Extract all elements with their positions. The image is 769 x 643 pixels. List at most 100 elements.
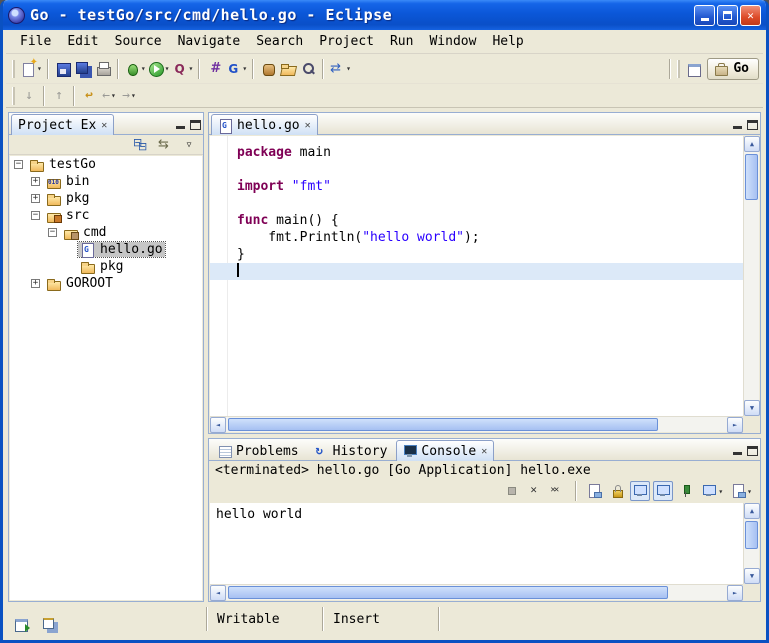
open-perspective-button[interactable] bbox=[684, 57, 704, 81]
dropdown-arrow-icon[interactable]: ▾ bbox=[747, 487, 752, 496]
save-all-button[interactable] bbox=[73, 57, 93, 81]
scroll-thumb[interactable] bbox=[228, 418, 658, 431]
editor-horizontal-scrollbar[interactable]: ◄ ► bbox=[210, 416, 743, 432]
dropdown-arrow-icon[interactable]: ▾ bbox=[165, 64, 170, 73]
tree-node-pkg[interactable]: +pkg bbox=[10, 190, 202, 207]
menu-source[interactable]: Source bbox=[107, 31, 170, 52]
scroll-thumb[interactable] bbox=[745, 154, 758, 200]
menu-file[interactable]: File bbox=[12, 31, 59, 52]
scroll-right-button[interactable]: ► bbox=[727, 585, 743, 601]
menu-window[interactable]: Window bbox=[421, 31, 484, 52]
remove-launch-button[interactable] bbox=[525, 481, 545, 501]
expand-icon[interactable]: + bbox=[31, 177, 40, 186]
link-with-editor-button[interactable] bbox=[155, 133, 175, 157]
expand-icon[interactable]: + bbox=[31, 194, 40, 203]
code-line[interactable]: } bbox=[210, 246, 743, 263]
scroll-right-button[interactable]: ► bbox=[727, 417, 743, 433]
code-area[interactable]: package main import "fmt" func main() { fm… bbox=[210, 136, 743, 416]
collapse-icon[interactable]: − bbox=[14, 160, 23, 169]
scroll-left-button[interactable]: ◄ bbox=[210, 585, 226, 601]
open-console-button[interactable]: ▾ bbox=[728, 481, 754, 501]
editor-vertical-scrollbar[interactable]: ▲ ▼ bbox=[743, 136, 759, 416]
editor-body[interactable]: package main import "fmt" func main() { fm… bbox=[210, 136, 759, 432]
close-console-tab-button[interactable]: ✕ bbox=[481, 446, 487, 457]
code-line[interactable]: package main bbox=[210, 144, 743, 161]
open-type-button[interactable] bbox=[258, 57, 278, 81]
run-button[interactable]: ▾ bbox=[147, 57, 171, 81]
new-wizard-button[interactable]: ▾ bbox=[19, 57, 43, 81]
collapse-icon[interactable]: − bbox=[48, 228, 57, 237]
close-editor-tab-button[interactable]: ✕ bbox=[305, 120, 311, 131]
editor-maximize-button[interactable] bbox=[747, 120, 758, 130]
clear-console-button[interactable] bbox=[584, 481, 604, 501]
back-button[interactable]: ←▾ bbox=[99, 84, 119, 108]
code-line[interactable] bbox=[210, 263, 743, 280]
close-button[interactable]: ✕ bbox=[740, 5, 761, 26]
menu-search[interactable]: Search bbox=[248, 31, 311, 52]
scroll-up-button[interactable]: ▲ bbox=[744, 503, 760, 519]
forward-button[interactable]: →▾ bbox=[119, 84, 139, 108]
collapse-icon[interactable]: − bbox=[31, 211, 40, 220]
pin-console-button[interactable] bbox=[676, 481, 696, 501]
scroll-left-button[interactable]: ◄ bbox=[210, 417, 226, 433]
terminate-button[interactable] bbox=[502, 481, 522, 501]
dropdown-arrow-icon[interactable]: ▾ bbox=[111, 91, 116, 100]
explorer-maximize-button[interactable] bbox=[190, 120, 201, 130]
previous-annotation-button[interactable]: ↑ bbox=[49, 84, 69, 108]
dropdown-arrow-icon[interactable]: ▾ bbox=[346, 64, 351, 73]
tree-node-bin[interactable]: +bin bbox=[10, 173, 202, 190]
console-vertical-scrollbar[interactable]: ▲ ▼ bbox=[743, 503, 759, 584]
tree-node-hello-go[interactable]: hello.go bbox=[10, 241, 202, 258]
next-annotation-button[interactable]: ↓ bbox=[19, 84, 39, 108]
console-minimize-button[interactable] bbox=[732, 446, 744, 456]
tree-node-pkg[interactable]: pkg bbox=[10, 258, 202, 275]
dropdown-arrow-icon[interactable]: ▾ bbox=[188, 64, 193, 73]
open-resource-button[interactable] bbox=[278, 57, 298, 81]
code-line[interactable] bbox=[210, 195, 743, 212]
code-line[interactable]: import "fmt" bbox=[210, 178, 743, 195]
toolbar-grip[interactable] bbox=[12, 87, 15, 105]
toolbar-grip[interactable] bbox=[12, 60, 15, 78]
tab-project-explorer[interactable]: Project Ex ✕ bbox=[11, 114, 114, 135]
console-body[interactable]: hello world ▲ ▼ ◄ ► bbox=[210, 503, 759, 600]
scroll-thumb[interactable] bbox=[745, 521, 758, 549]
go-tools-button[interactable]: ▾ bbox=[224, 57, 248, 81]
display-console-button[interactable]: ▾ bbox=[699, 481, 725, 501]
menu-navigate[interactable]: Navigate bbox=[170, 31, 249, 52]
toolbar-grip[interactable] bbox=[677, 60, 680, 78]
external-tools-button[interactable]: ▾ bbox=[170, 57, 194, 81]
expand-icon[interactable]: + bbox=[31, 279, 40, 288]
dropdown-arrow-icon[interactable]: ▾ bbox=[242, 64, 247, 73]
menu-project[interactable]: Project bbox=[311, 31, 382, 52]
tab-hello-go[interactable]: hello.go ✕ bbox=[211, 114, 318, 135]
console-horizontal-scrollbar[interactable]: ◄ ► bbox=[210, 584, 743, 600]
code-line[interactable]: func main() { bbox=[210, 212, 743, 229]
save-button[interactable] bbox=[53, 57, 73, 81]
remove-all-launches-button[interactable] bbox=[548, 481, 568, 501]
tab-history[interactable]: History bbox=[308, 440, 395, 461]
code-line[interactable] bbox=[210, 161, 743, 178]
editor-minimize-button[interactable] bbox=[732, 120, 744, 130]
view-menu-button[interactable]: ▽ bbox=[179, 133, 199, 157]
scroll-thumb[interactable] bbox=[228, 586, 668, 599]
console-output[interactable]: hello world bbox=[210, 503, 743, 584]
show-stdout-toggle[interactable] bbox=[630, 481, 650, 501]
maximize-button[interactable] bbox=[717, 5, 738, 26]
search-button[interactable] bbox=[298, 57, 318, 81]
menu-edit[interactable]: Edit bbox=[59, 31, 106, 52]
dropdown-arrow-icon[interactable]: ▾ bbox=[131, 91, 136, 100]
show-view-button[interactable] bbox=[40, 612, 60, 636]
close-explorer-tab-button[interactable]: ✕ bbox=[101, 120, 107, 131]
last-edit-location-button[interactable]: ↩ bbox=[79, 84, 99, 108]
menu-run[interactable]: Run bbox=[382, 31, 421, 52]
new-go-app-button[interactable] bbox=[204, 57, 224, 81]
menu-help[interactable]: Help bbox=[484, 31, 531, 52]
code-line[interactable]: fmt.Println("hello world"); bbox=[210, 229, 743, 246]
tree-node-testgo[interactable]: −testGo bbox=[10, 156, 202, 173]
titlebar[interactable]: Go - testGo/src/cmd/hello.go - Eclipse ✕ bbox=[3, 0, 766, 30]
team-sync-button[interactable]: ▾ bbox=[328, 57, 352, 81]
explorer-minimize-button[interactable] bbox=[175, 120, 187, 130]
tree-node-src[interactable]: −src bbox=[10, 207, 202, 224]
fast-view-button[interactable] bbox=[12, 612, 32, 636]
tree-node-goroot[interactable]: +GOROOT bbox=[10, 275, 202, 292]
